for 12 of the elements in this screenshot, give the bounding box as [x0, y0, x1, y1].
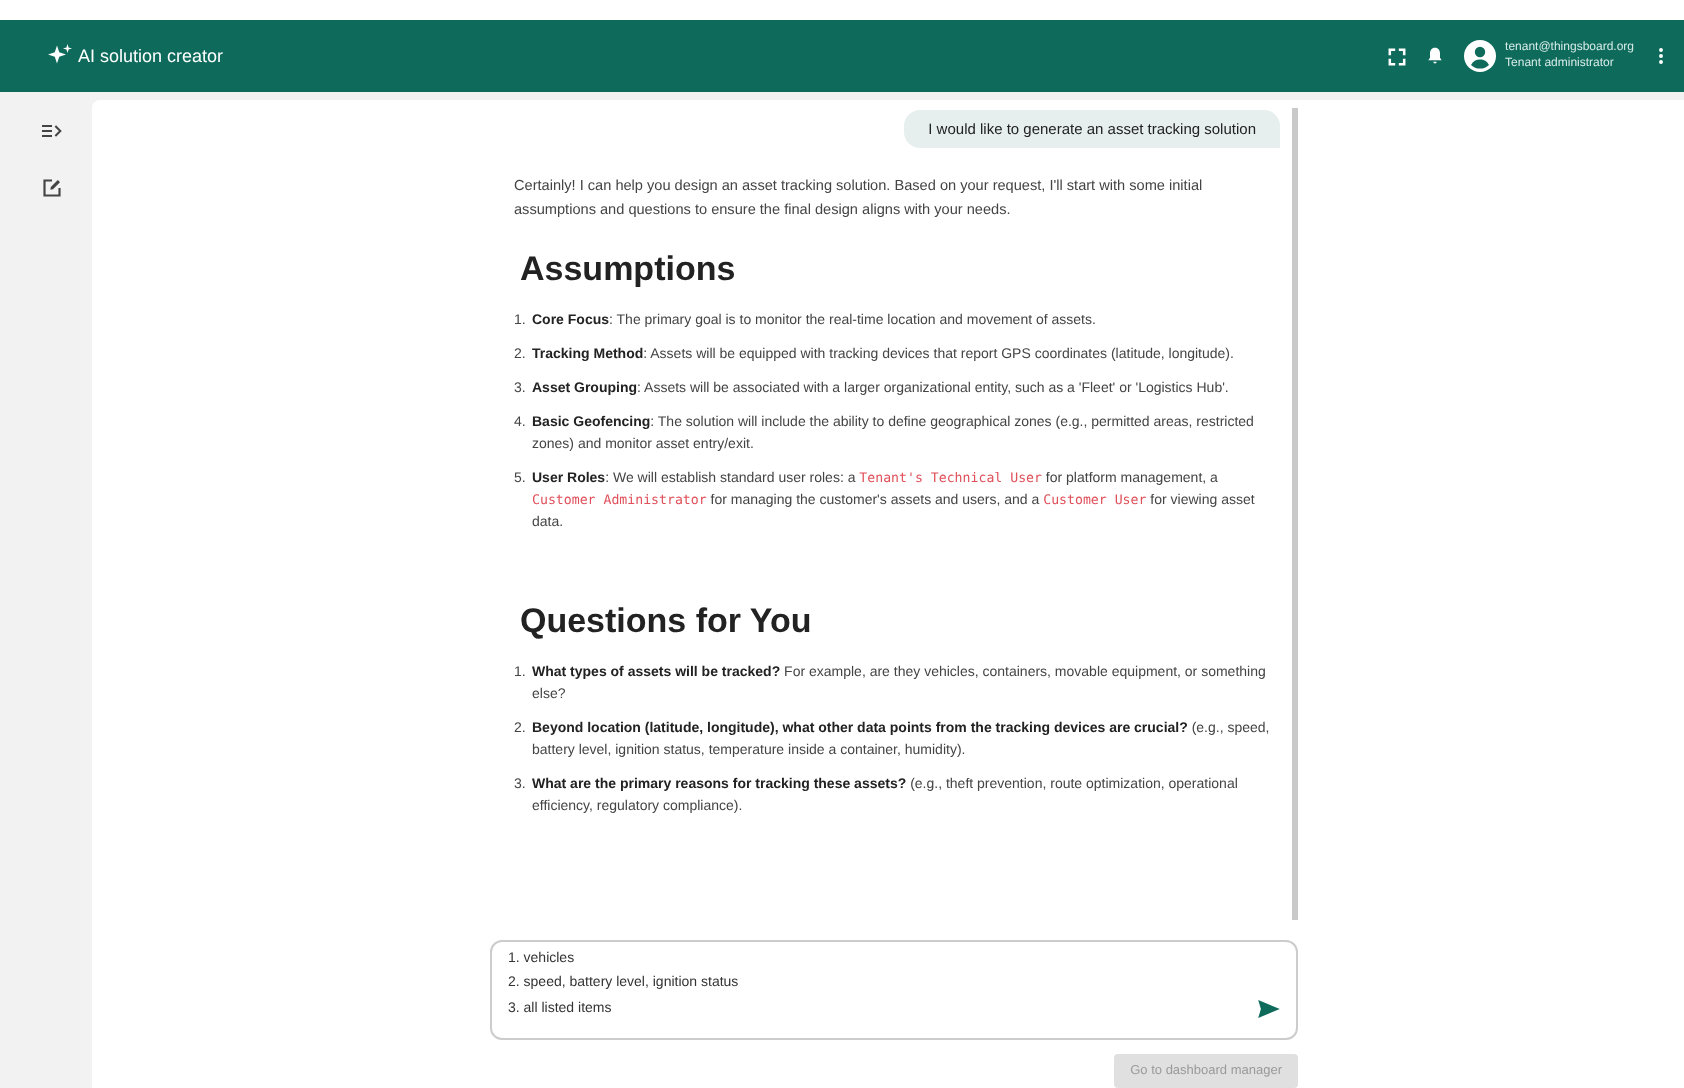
edit-icon[interactable] — [42, 178, 62, 198]
app-title: AI solution creator — [78, 46, 224, 66]
section-heading: Assumptions — [520, 250, 738, 290]
more-icon[interactable] — [1658, 46, 1664, 66]
account-icon[interactable] — [1463, 40, 1496, 72]
send-icon[interactable] — [1258, 1000, 1280, 1018]
bell-icon[interactable] — [1425, 46, 1444, 66]
sparkle-icon — [48, 44, 72, 68]
section-heading: Questions for You — [520, 602, 814, 642]
expand-icon[interactable] — [42, 122, 62, 140]
fullscreen-icon[interactable] — [1387, 47, 1406, 65]
scrollbar[interactable] — [1292, 108, 1298, 921]
